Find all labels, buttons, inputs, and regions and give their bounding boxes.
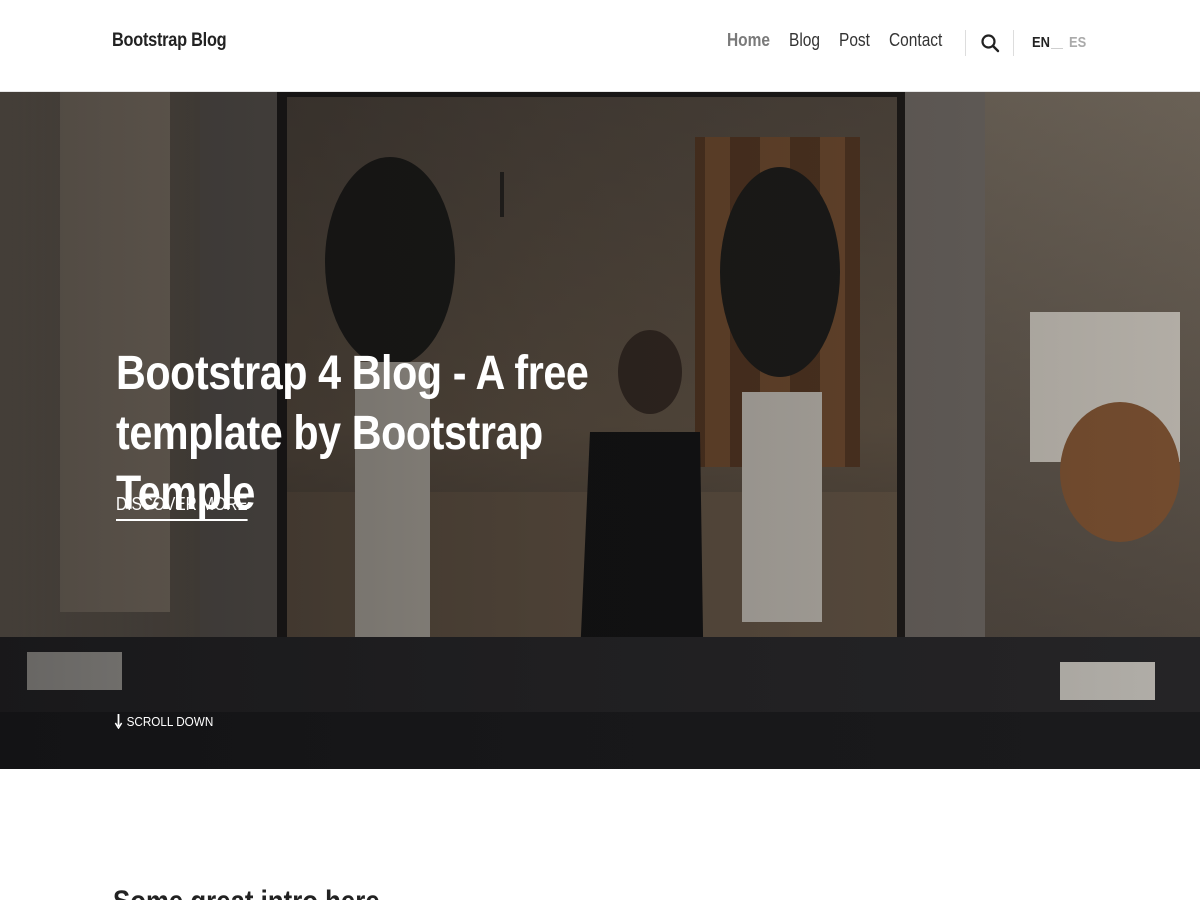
nav-divider xyxy=(1013,30,1014,56)
brand-logo[interactable]: Bootstrap Blog xyxy=(112,30,227,52)
intro-section: Some great intro here xyxy=(0,769,1200,900)
language-separator xyxy=(1051,48,1063,49)
scroll-down-label: SCROLL DOWN xyxy=(126,713,214,729)
nav-link-post[interactable]: Post xyxy=(839,30,870,51)
nav-divider xyxy=(965,30,966,56)
intro-heading: Some great intro here xyxy=(113,885,380,900)
hero-section: Bootstrap 4 Blog - A free template by Bo… xyxy=(0,92,1200,769)
scroll-down-link[interactable]: SCROLL DOWN xyxy=(114,712,213,730)
nav-link-home[interactable]: Home xyxy=(727,30,770,51)
search-icon xyxy=(980,33,1000,53)
arrow-down-icon xyxy=(114,713,123,729)
navbar: Bootstrap Blog Home Blog Post Contact EN… xyxy=(0,0,1200,92)
discover-more-link[interactable]: DISCOVER MORE xyxy=(116,494,248,521)
language-es[interactable]: ES xyxy=(1069,34,1086,51)
nav-link-contact[interactable]: Contact xyxy=(889,30,942,51)
nav-link-blog[interactable]: Blog xyxy=(789,30,820,51)
language-en[interactable]: EN xyxy=(1032,34,1050,51)
search-button[interactable] xyxy=(980,33,1000,53)
